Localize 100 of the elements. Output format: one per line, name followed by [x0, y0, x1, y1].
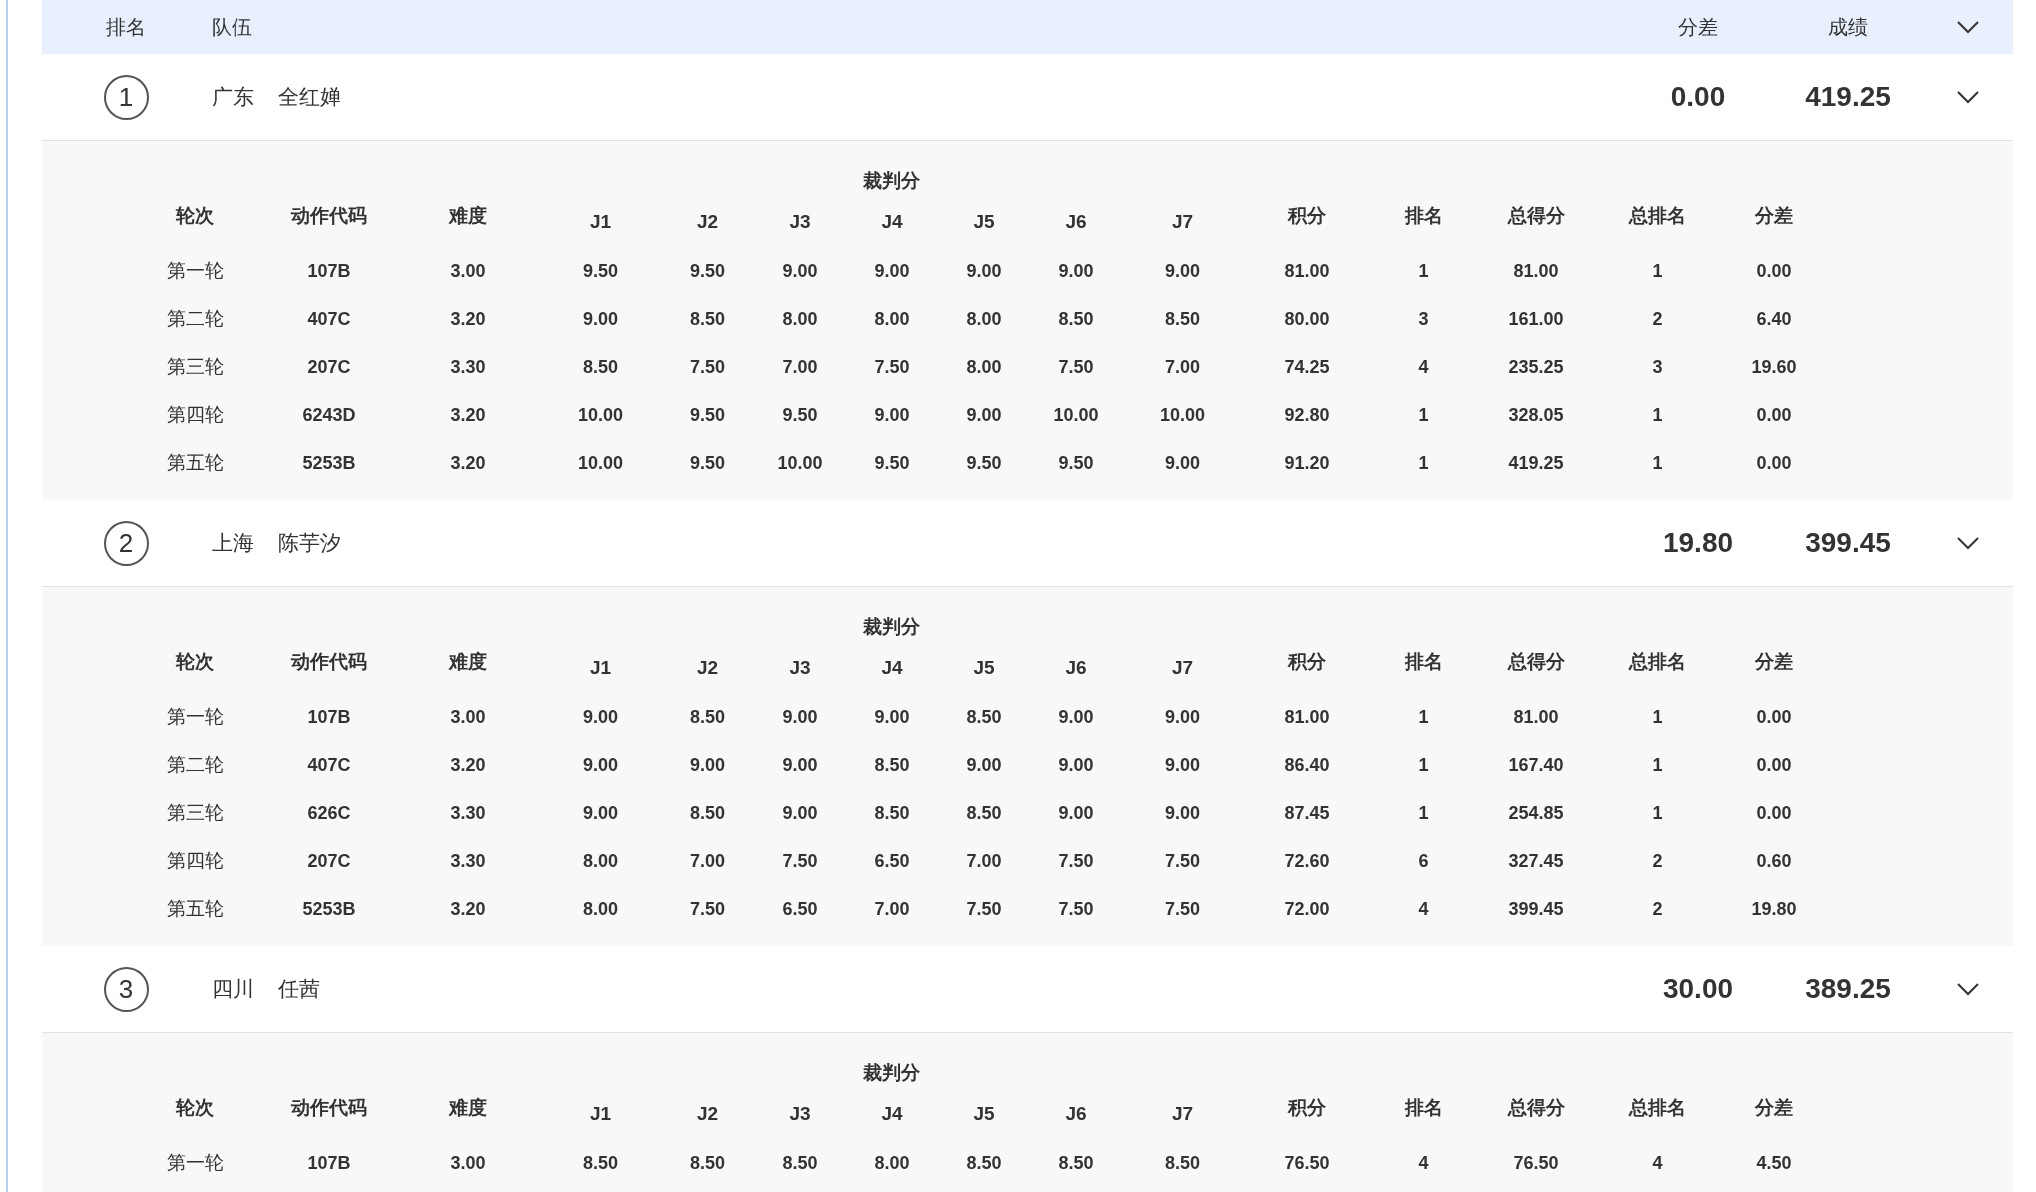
column-header: 总排名: [1629, 204, 1686, 228]
table-cell: 1: [1418, 452, 1429, 474]
table-cell: 9.00: [874, 260, 910, 282]
column-header: 积分: [1288, 1096, 1326, 1120]
athlete-name: 任茜: [278, 976, 320, 1002]
table-cell-text: 第一轮: [166, 259, 224, 283]
table-cell: 3.20: [450, 898, 486, 920]
column-header: J1: [589, 657, 612, 680]
table-cell: 8.00: [874, 308, 910, 330]
column-header: J3: [789, 657, 811, 680]
table-cell: 81.00: [1284, 706, 1330, 728]
column-header: 排名: [105, 14, 147, 40]
table-cell: 419.25: [1508, 452, 1564, 474]
table-cell: 0.00: [1756, 802, 1792, 824]
table-cell: 9.00: [874, 404, 910, 426]
table-cell: 9.00: [874, 706, 910, 728]
table-cell: 7.50: [689, 356, 725, 378]
column-header: 总得分: [1507, 650, 1565, 674]
table-cell: 8.50: [582, 1152, 618, 1174]
table-cell: 7.50: [966, 898, 1002, 920]
table-cell: 1: [1652, 260, 1663, 282]
table-cell: 2: [1652, 308, 1663, 330]
table-cell: 72.60: [1284, 850, 1330, 872]
total-score: 399.45: [1805, 527, 1891, 559]
team-region: 广东: [212, 84, 254, 110]
table-cell: 9.50: [689, 260, 725, 282]
table-cell: 9.00: [1058, 802, 1094, 824]
table-cell: 0.00: [1756, 260, 1792, 282]
table-cell: 72.00: [1284, 898, 1330, 920]
rank-badge: 3: [103, 966, 149, 1012]
table-cell: 1: [1418, 706, 1429, 728]
table-cell: 9.50: [966, 452, 1002, 474]
rank-badge: 1: [103, 74, 149, 120]
athlete-name: 陈芋汐: [278, 530, 341, 556]
table-cell: 0.60: [1756, 850, 1792, 872]
table-cell: 8.50: [782, 1152, 818, 1174]
table-cell: 9.00: [782, 754, 818, 776]
table-cell: 10.00: [1159, 404, 1205, 426]
table-cell: 9.00: [1164, 802, 1200, 824]
table-cell: 9.00: [782, 260, 818, 282]
table-cell: 91.20: [1284, 452, 1330, 474]
table-cell: 80.00: [1284, 308, 1330, 330]
table-cell: 8.50: [582, 356, 618, 378]
table-cell: 9.00: [782, 802, 818, 824]
table-cell: 81.00: [1513, 260, 1559, 282]
column-header: 轮次: [176, 650, 214, 674]
table-cell: 7.00: [966, 850, 1002, 872]
table-cell: 3.30: [450, 802, 486, 824]
table-cell: 3.00: [450, 706, 486, 728]
table-cell: 9.50: [1058, 452, 1094, 474]
table-cell: 7.50: [1058, 356, 1094, 378]
table-cell: 161.00: [1508, 308, 1564, 330]
table-cell: 1: [1652, 706, 1663, 728]
table-cell: 8.00: [874, 1152, 910, 1174]
table-cell: 8.50: [1164, 1152, 1200, 1174]
table-cell: 6243D: [302, 404, 356, 426]
table-cell: 8.50: [689, 802, 725, 824]
table-cell-text: 第五轮: [166, 897, 224, 921]
table-cell: 8.50: [966, 1152, 1002, 1174]
table-cell: 4: [1418, 898, 1429, 920]
column-header: J7: [1171, 657, 1194, 680]
column-header: 排名: [1404, 650, 1443, 674]
table-cell: 3.00: [450, 260, 486, 282]
column-header: J7: [1171, 211, 1194, 234]
table-cell: 3: [1652, 356, 1663, 378]
table-cell: 2: [1652, 850, 1663, 872]
table-cell: 10.00: [1053, 404, 1099, 426]
table-cell: 1: [1418, 754, 1429, 776]
table-cell: 8.50: [966, 802, 1002, 824]
table-cell: 7.50: [874, 356, 910, 378]
chevron-down-icon: [1956, 982, 1980, 996]
table-cell: 9.00: [1164, 260, 1200, 282]
column-header: J6: [1065, 211, 1087, 234]
column-header: J5: [973, 211, 995, 234]
table-cell: 7.50: [1058, 898, 1094, 920]
column-header: J4: [881, 657, 903, 680]
column-group-header: 裁判分: [863, 615, 920, 639]
table-cell: 3.20: [450, 754, 486, 776]
table-cell: 6.50: [782, 898, 818, 920]
table-cell: 9.00: [966, 404, 1002, 426]
table-cell: 8.50: [1058, 308, 1094, 330]
table-cell: 76.50: [1513, 1152, 1559, 1174]
table-cell: 6.50: [874, 850, 910, 872]
score-difference: 0.00: [1670, 81, 1726, 113]
table-cell: 8.00: [582, 898, 618, 920]
table-cell: 8.00: [782, 308, 818, 330]
chevron-down-icon: [1956, 20, 1980, 34]
column-header: J1: [589, 211, 612, 234]
table-cell: 8.50: [689, 308, 725, 330]
column-header: 分差: [1677, 14, 1719, 40]
table-cell: 9.00: [966, 260, 1002, 282]
column-header: J3: [789, 1103, 811, 1126]
team-region: 四川: [212, 976, 254, 1002]
table-cell: 4: [1652, 1152, 1663, 1174]
table-cell: 9.00: [1164, 452, 1200, 474]
table-cell: 1: [1652, 802, 1663, 824]
table-cell: 235.25: [1508, 356, 1564, 378]
table-cell: 87.45: [1284, 802, 1330, 824]
column-group-header: 裁判分: [863, 169, 920, 193]
column-header: J5: [973, 657, 995, 680]
